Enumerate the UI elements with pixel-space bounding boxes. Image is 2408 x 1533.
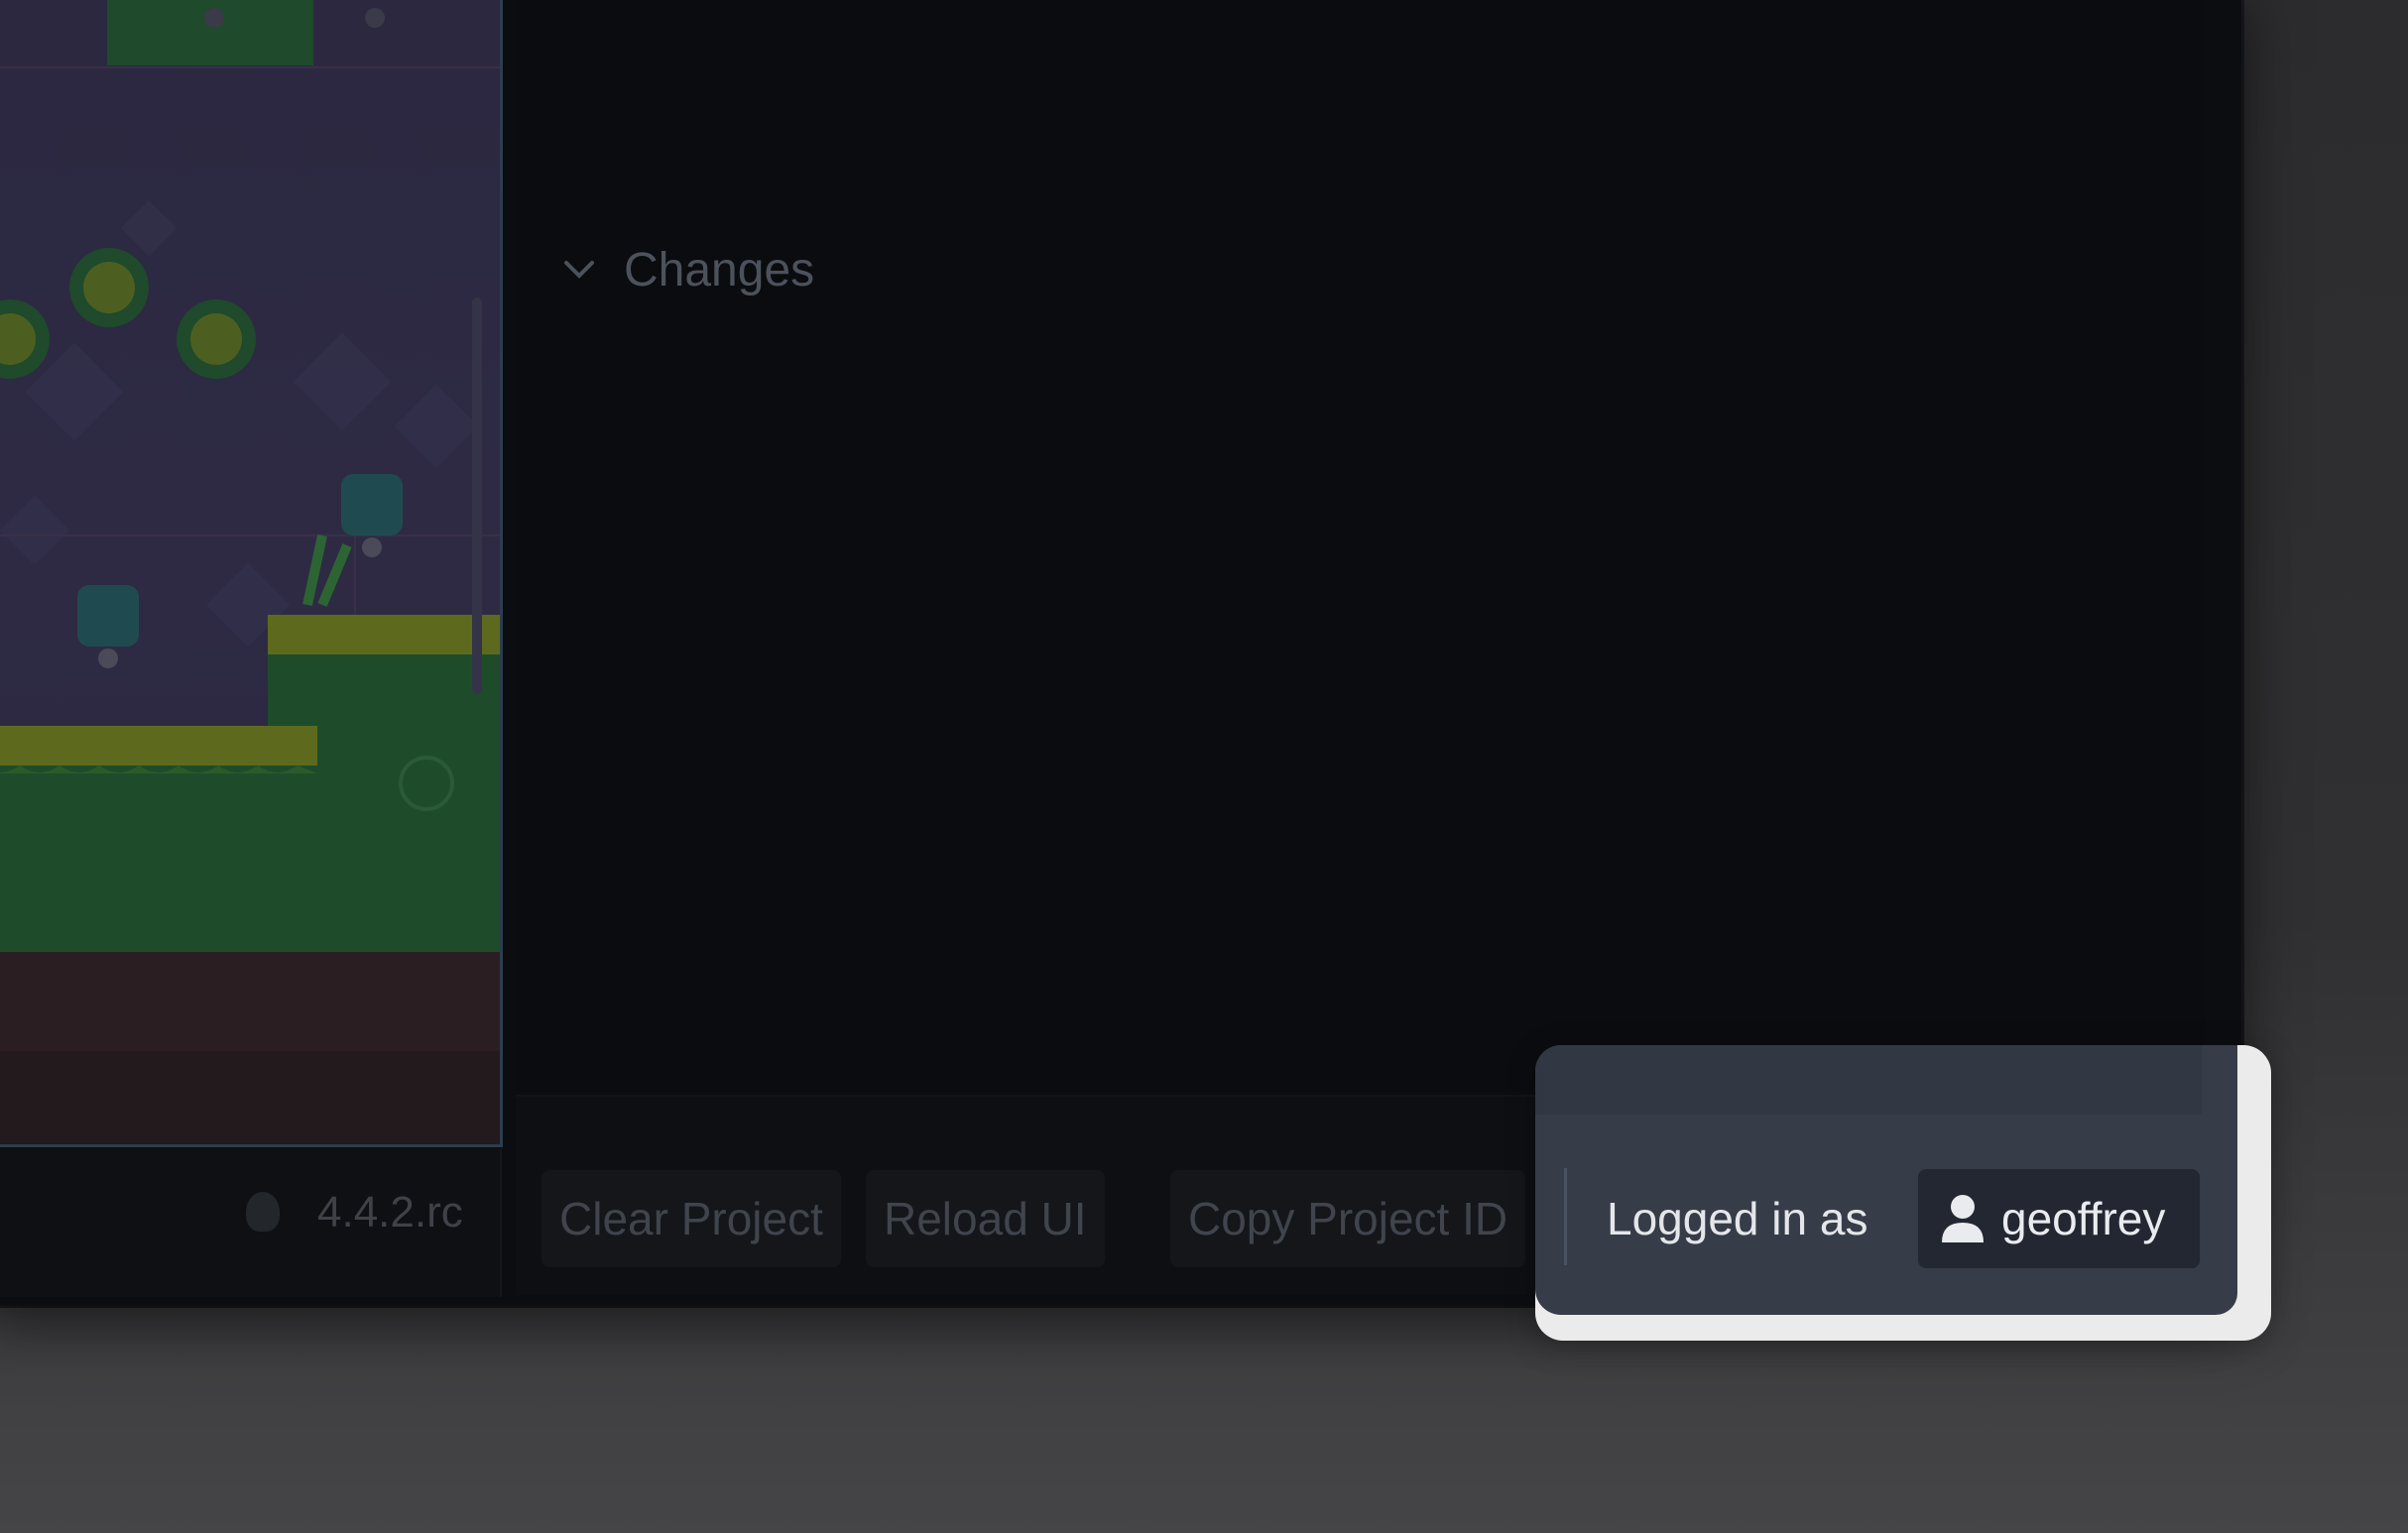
version-label: 4.4.2.rc	[317, 1188, 463, 1237]
clear-project-button[interactable]: Clear Project	[542, 1170, 841, 1267]
changes-panel	[516, 0, 2206, 1091]
engine-logo-icon	[246, 1192, 280, 1232]
changes-section-header[interactable]: Changes	[560, 240, 814, 299]
highlight-top-strip	[1535, 1045, 2202, 1115]
user-icon	[1942, 1195, 1984, 1242]
toolbar-divider	[1564, 1168, 1567, 1265]
logged-in-label: Logged in as	[1607, 1193, 1868, 1244]
level-scene	[0, 0, 500, 1144]
copy-project-id-button[interactable]: Copy Project ID	[1170, 1170, 1526, 1267]
game-viewport[interactable]	[0, 0, 503, 1147]
user-account-button[interactable]: geoffrey	[1918, 1169, 2200, 1268]
chevron-down-icon	[564, 261, 594, 279]
username-label: geoffrey	[2001, 1193, 2166, 1244]
reload-ui-button[interactable]: Reload UI	[866, 1170, 1105, 1267]
changes-label: Changes	[624, 243, 815, 296]
viewport-scrollbar[interactable]	[472, 297, 482, 694]
